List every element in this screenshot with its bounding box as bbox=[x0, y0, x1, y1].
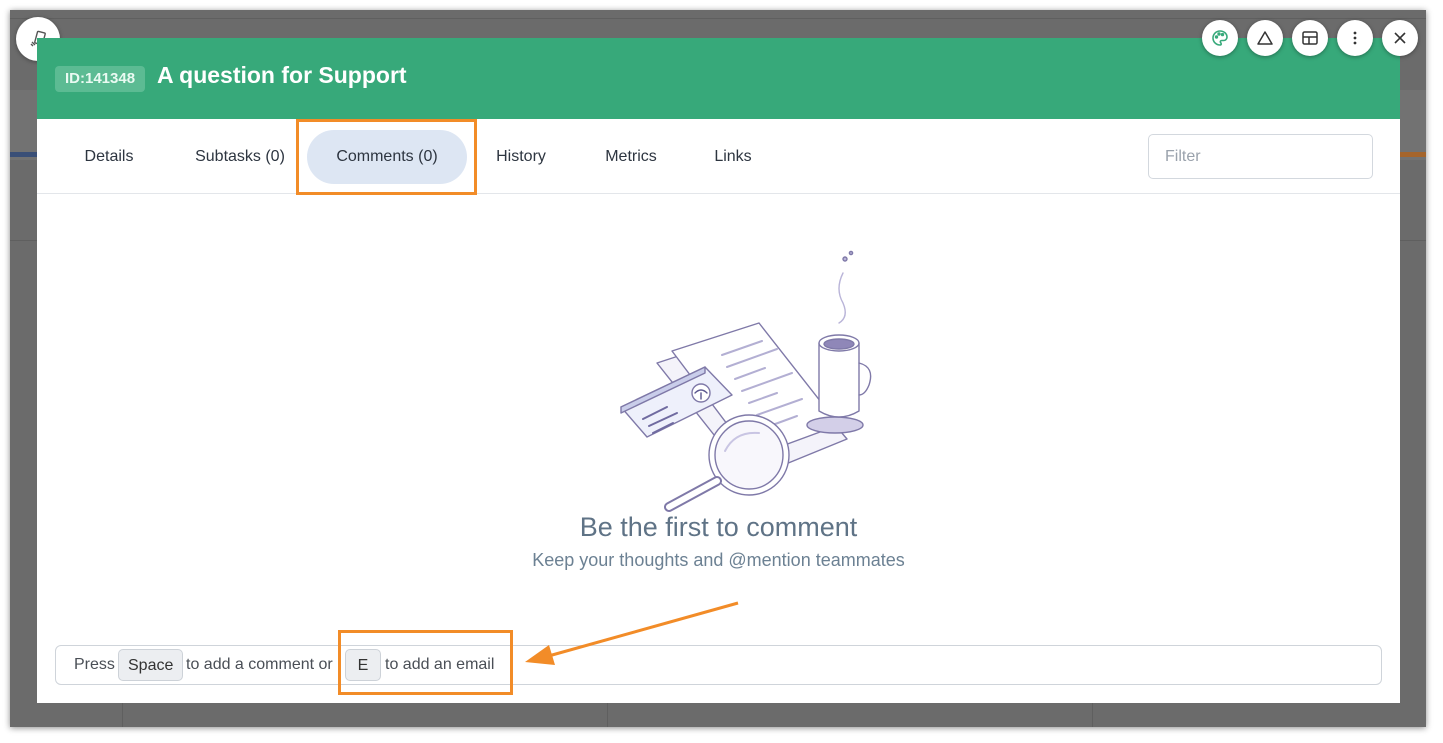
tab-links[interactable]: Links bbox=[699, 130, 767, 184]
layout-icon bbox=[1301, 29, 1319, 47]
comment-hint-press: Press bbox=[74, 656, 115, 673]
task-header: ID:141348 A question for Support bbox=[37, 38, 1400, 119]
empty-state-title: Be the first to comment bbox=[579, 512, 858, 542]
palette-icon bbox=[1211, 29, 1229, 47]
tab-subtasks[interactable]: Subtasks (0) bbox=[175, 130, 305, 184]
filter-input[interactable] bbox=[1148, 134, 1373, 179]
theme-button[interactable] bbox=[1202, 20, 1238, 56]
layout-button[interactable] bbox=[1292, 20, 1328, 56]
e-key-badge: E bbox=[345, 649, 381, 681]
empty-comments-illustration bbox=[620, 250, 872, 512]
backdrop-divider bbox=[1092, 700, 1093, 727]
comment-hint-end: to add an email bbox=[385, 656, 495, 673]
close-icon bbox=[1392, 30, 1408, 46]
close-button[interactable] bbox=[1382, 20, 1418, 56]
backdrop-orange-strip bbox=[1400, 152, 1426, 157]
more-vertical-icon bbox=[1346, 29, 1364, 47]
empty-state-subtitle: Keep your thoughts and @mention teammate… bbox=[532, 550, 905, 570]
tab-comments[interactable]: Comments (0) bbox=[307, 130, 467, 184]
backdrop-blue-strip bbox=[10, 152, 40, 157]
tab-history[interactable]: History bbox=[480, 130, 562, 184]
comment-hint-middle: to add a comment or bbox=[186, 656, 333, 673]
tab-details[interactable]: Details bbox=[65, 130, 153, 184]
task-id-badge[interactable]: ID:141348 bbox=[55, 66, 146, 92]
priority-button[interactable] bbox=[1247, 20, 1283, 56]
annotation-arrow bbox=[525, 601, 739, 665]
triangle-icon bbox=[1256, 29, 1274, 47]
backdrop-divider bbox=[122, 700, 123, 727]
more-options-button[interactable] bbox=[1337, 20, 1373, 56]
backdrop-divider bbox=[607, 700, 608, 727]
task-title[interactable]: A question for Support bbox=[157, 62, 407, 89]
space-key-badge: Space bbox=[118, 649, 184, 681]
tab-metrics[interactable]: Metrics bbox=[587, 130, 675, 184]
backdrop-divider bbox=[10, 18, 1426, 19]
tab-bar: Details Subtasks (0) Comments (0) Histor… bbox=[37, 119, 1400, 194]
